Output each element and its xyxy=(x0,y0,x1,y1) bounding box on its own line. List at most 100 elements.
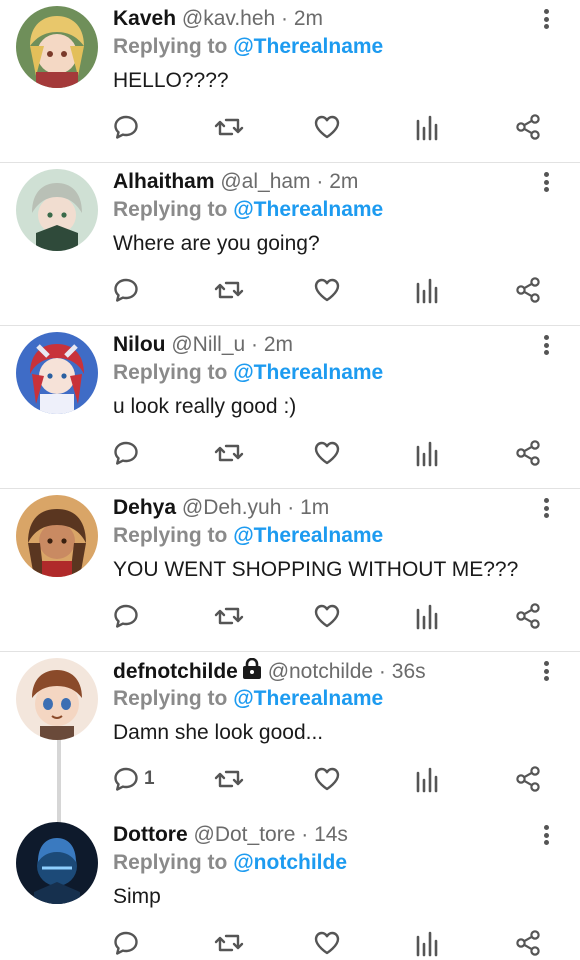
like-icon xyxy=(314,441,340,465)
mention-link[interactable]: @Therealname xyxy=(233,524,383,547)
reply-button[interactable] xyxy=(112,275,140,305)
display-name[interactable]: defnotchilde xyxy=(113,660,238,683)
share-icon xyxy=(516,603,540,629)
like-button[interactable] xyxy=(313,764,341,794)
replying-to-line: Replying to @Therealname xyxy=(113,686,383,712)
reply-button[interactable] xyxy=(112,928,140,958)
brown-hair-character-avatar[interactable] xyxy=(16,495,98,577)
replying-to-label: Replying to xyxy=(113,851,228,874)
user-handle[interactable]: @kav.heh xyxy=(182,7,275,30)
action-bar: 1 xyxy=(0,764,580,794)
share-button[interactable] xyxy=(514,764,542,794)
like-button[interactable] xyxy=(313,275,341,305)
separator-dot: · xyxy=(287,496,295,519)
grey-hair-character-avatar[interactable] xyxy=(16,169,98,251)
share-button[interactable] xyxy=(514,601,542,631)
tweet-nilou[interactable]: Nilou @Nill_u · 2m Replying to @Therealn… xyxy=(0,326,580,489)
retweet-button[interactable] xyxy=(214,601,244,631)
timestamp: 2m xyxy=(263,333,294,356)
user-handle[interactable]: @notchilde xyxy=(268,660,373,683)
like-button[interactable] xyxy=(313,438,341,468)
more-icon[interactable] xyxy=(538,6,554,32)
share-button[interactable] xyxy=(514,438,542,468)
retweet-button[interactable] xyxy=(214,112,244,142)
more-icon[interactable] xyxy=(538,332,554,358)
mention-link[interactable]: @Therealname xyxy=(233,198,383,221)
more-icon[interactable] xyxy=(538,495,554,521)
tweet-dehya[interactable]: Dehya @Deh.yuh · 1m Replying to @Thereal… xyxy=(0,489,580,652)
retweet-icon xyxy=(214,934,244,952)
blonde-character-avatar[interactable] xyxy=(16,6,98,88)
user-handle[interactable]: @Deh.yuh xyxy=(182,496,282,519)
like-icon xyxy=(314,604,340,628)
timestamp: 14s xyxy=(314,823,348,846)
share-icon xyxy=(516,440,540,466)
share-icon xyxy=(516,277,540,303)
replying-to-line: Replying to @Therealname xyxy=(113,34,383,60)
display-name[interactable]: Alhaitham xyxy=(113,170,215,193)
tweet-header: Dottore @Dot_tore · 14s xyxy=(113,822,530,848)
replying-to-line: Replying to @Therealname xyxy=(113,523,383,549)
reply-button[interactable] xyxy=(112,112,140,142)
tweet-dottore[interactable]: Dottore @Dot_tore · 14s Replying to @not… xyxy=(0,816,580,960)
reply-icon xyxy=(114,441,138,465)
display-name[interactable]: Dottore xyxy=(113,823,188,846)
analytics-button[interactable] xyxy=(415,112,439,142)
tweet-header: Alhaitham @al_ham · 2m xyxy=(113,169,530,195)
tweet-text: YOU WENT SHOPPING WITHOUT ME??? xyxy=(113,558,519,581)
retweet-button[interactable] xyxy=(214,438,244,468)
like-button[interactable] xyxy=(313,928,341,958)
reply-button[interactable] xyxy=(112,601,140,631)
analytics-button[interactable] xyxy=(415,601,439,631)
share-icon xyxy=(516,930,540,956)
tweet-text: Where are you going? xyxy=(113,232,320,255)
share-button[interactable] xyxy=(514,112,542,142)
display-name[interactable]: Dehya xyxy=(113,496,176,519)
user-handle[interactable]: @al_ham xyxy=(220,170,310,193)
separator-dot: · xyxy=(378,660,386,683)
mention-link[interactable]: @Therealname xyxy=(233,35,383,58)
replying-to-label: Replying to xyxy=(113,524,228,547)
retweet-button[interactable] xyxy=(214,764,244,794)
tweet-header: defnotchilde @notchilde · 36s xyxy=(113,658,530,685)
analytics-button[interactable] xyxy=(415,928,439,958)
action-bar xyxy=(0,112,580,142)
more-icon[interactable] xyxy=(538,822,554,848)
separator-dot: · xyxy=(281,7,289,30)
tweet-text: Simp xyxy=(113,885,161,908)
timestamp: 2m xyxy=(293,7,324,30)
replying-to-label: Replying to xyxy=(113,687,228,710)
tweet-defnotchilde[interactable]: defnotchilde @notchilde · 36s Replying t… xyxy=(0,652,580,816)
analytics-button[interactable] xyxy=(415,764,439,794)
masked-character-avatar[interactable] xyxy=(16,822,98,904)
user-handle[interactable]: @Dot_tore xyxy=(194,823,296,846)
retweet-button[interactable] xyxy=(214,275,244,305)
more-icon[interactable] xyxy=(538,658,554,684)
action-bar xyxy=(0,438,580,468)
user-handle[interactable]: @Nill_u xyxy=(171,333,245,356)
mention-link[interactable]: @Therealname xyxy=(233,361,383,384)
more-icon[interactable] xyxy=(538,169,554,195)
retweet-icon xyxy=(214,281,244,299)
mention-link[interactable]: @notchilde xyxy=(233,851,347,874)
timestamp: 36s xyxy=(391,660,426,683)
reply-button[interactable] xyxy=(112,438,140,468)
orange-hair-character-avatar[interactable] xyxy=(16,658,98,740)
like-button[interactable] xyxy=(313,112,341,142)
mention-link[interactable]: @Therealname xyxy=(233,687,383,710)
tweet-kaveh[interactable]: Kaveh @kav.heh · 2m Replying to @Thereal… xyxy=(0,0,580,163)
display-name[interactable]: Kaveh xyxy=(113,7,176,30)
share-button[interactable] xyxy=(514,275,542,305)
reply-button[interactable]: 1 xyxy=(112,764,155,794)
analytics-icon xyxy=(416,441,438,467)
analytics-button[interactable] xyxy=(415,275,439,305)
like-button[interactable] xyxy=(313,601,341,631)
retweet-button[interactable] xyxy=(214,928,244,958)
tweet-text: u look really good :) xyxy=(113,395,297,418)
share-button[interactable] xyxy=(514,928,542,958)
tweet-alhaitham[interactable]: Alhaitham @al_ham · 2m Replying to @Ther… xyxy=(0,163,580,326)
red-hair-character-avatar[interactable] xyxy=(16,332,98,414)
replying-to-label: Replying to xyxy=(113,361,228,384)
display-name[interactable]: Nilou xyxy=(113,333,166,356)
analytics-button[interactable] xyxy=(415,438,439,468)
